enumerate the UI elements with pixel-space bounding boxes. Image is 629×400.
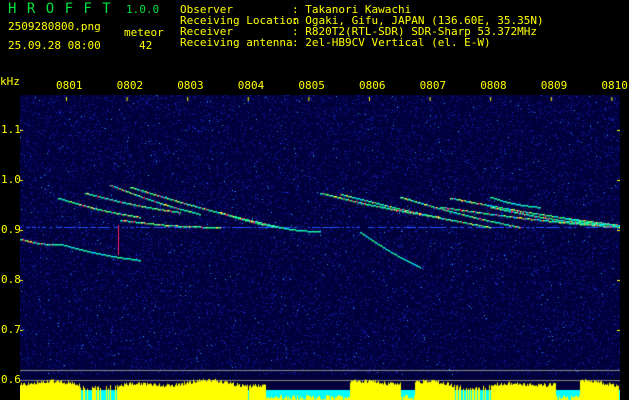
- x-tick-label: 0807: [419, 79, 447, 92]
- spectrogram: [20, 77, 620, 400]
- x-tick-label: 0806: [359, 79, 386, 92]
- app-version: 1.0.0: [126, 3, 160, 16]
- y-tick-label: 1.0: [1, 173, 21, 186]
- meteor-count: 42: [139, 39, 153, 52]
- y-tick-label: 0.6: [1, 373, 21, 386]
- y-tick-label: 0.7: [1, 323, 21, 336]
- file-datetime: 25.09.28 08:00: [8, 39, 101, 52]
- x-tick-label: 0804: [237, 79, 265, 92]
- x-tick-label: 0805: [298, 79, 325, 92]
- y-tick-label: 0.9: [1, 223, 21, 236]
- file-name: 2509280800.png: [8, 20, 101, 33]
- x-tick-label: 0801: [56, 79, 83, 92]
- meteor-label: meteor: [124, 26, 164, 39]
- y-tick-label: 0.8: [1, 273, 21, 286]
- info-label: Receiving antenna: [180, 36, 293, 49]
- y-axis-unit: kHz: [0, 75, 20, 88]
- x-tick-label: 0810: [601, 79, 628, 92]
- x-tick-label: 0802: [116, 79, 144, 92]
- x-tick-label: 0809: [540, 79, 568, 92]
- app-title: H R O F F T: [8, 1, 112, 17]
- x-tick-label: 0803: [177, 79, 204, 92]
- info-value: : 2el-HB9CV Vertical (el. E-W): [292, 36, 491, 49]
- x-tick-label: 0808: [480, 79, 507, 92]
- y-tick-label: 1.1: [1, 123, 21, 136]
